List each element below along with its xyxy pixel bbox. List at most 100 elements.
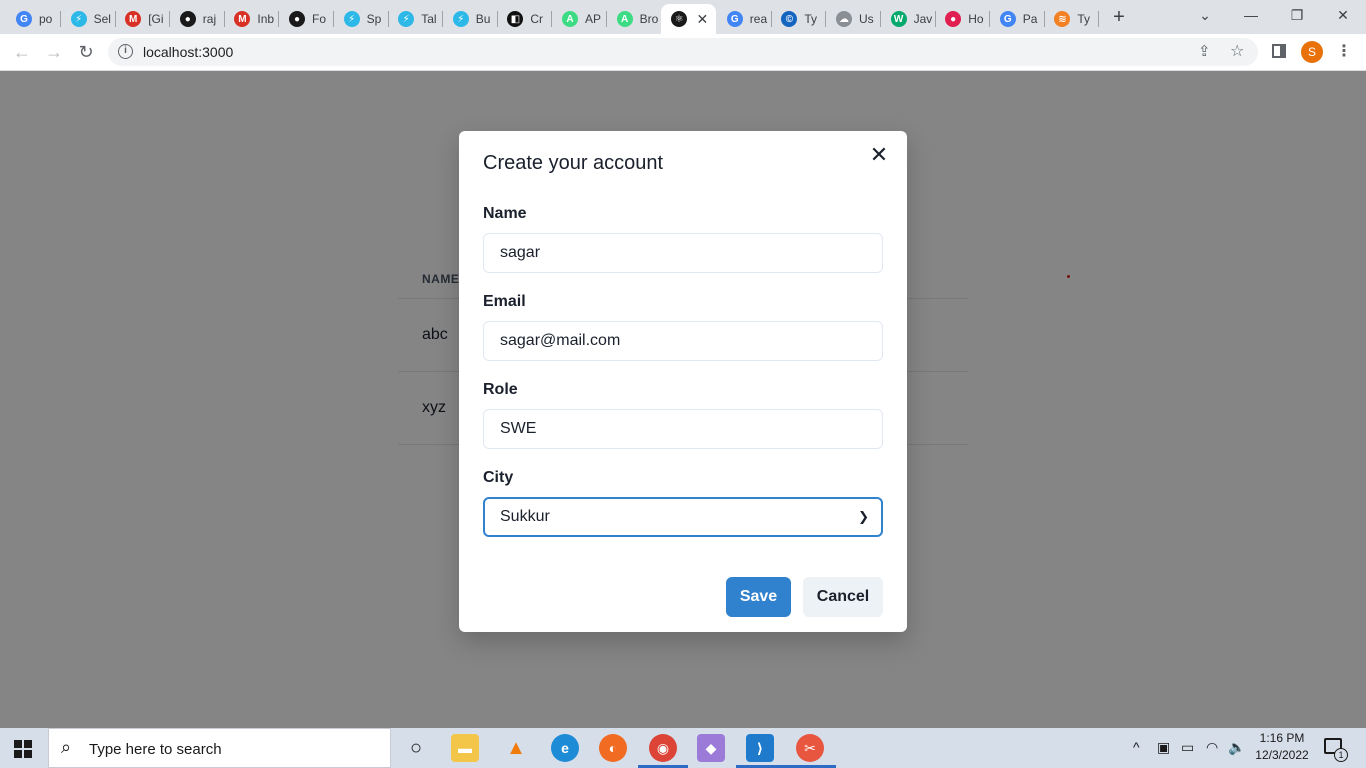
create-account-modal: Create your account ✕ Name Email Role Ci… <box>459 131 907 632</box>
system-clock[interactable]: 1:16 PM 12/3/2022 <box>1252 730 1312 764</box>
browser-tab[interactable]: W Jav <box>881 4 935 34</box>
browser-tab[interactable]: © Ty <box>771 4 825 34</box>
browser-tab[interactable]: ● Ho <box>935 4 989 34</box>
tab-title: Bro <box>639 12 658 26</box>
city-label: City <box>483 469 514 486</box>
wifi-icon[interactable]: ◠ <box>1206 739 1218 756</box>
windows-start-icon[interactable] <box>14 740 32 758</box>
tab-title: Fo <box>312 12 327 26</box>
tab-search-chevron-icon[interactable]: ⌄ <box>1194 5 1216 25</box>
clock-date: 12/3/2022 <box>1255 748 1309 762</box>
close-window-button[interactable]: ✕ <box>1332 5 1354 25</box>
tab-separator <box>1098 11 1100 27</box>
lightning-icon: ⚡ <box>70 11 87 27</box>
tab-title: AP <box>585 12 602 26</box>
browser-tab[interactable]: M Inb <box>224 4 278 34</box>
vlc-icon[interactable]: ▲ <box>502 734 530 762</box>
cloud-icon: ☁ <box>836 11 852 27</box>
role-input[interactable] <box>483 409 883 449</box>
browser-tab[interactable]: ⚡ Sp <box>334 4 388 34</box>
taskbar-search-box[interactable]: ⌕ Type here to search <box>48 728 391 768</box>
tab-title: Ho <box>968 12 984 26</box>
cortana-icon[interactable]: ○ <box>402 734 430 762</box>
google-icon: G <box>999 11 1016 27</box>
notification-count-badge: 1 <box>1334 748 1348 762</box>
side-panel-icon[interactable] <box>1272 44 1286 58</box>
browser-tab-strip: + ⌄ — ❐ ✕ Gpo ⚡ Sel M [Gi ● raj M Inb ● Fo ⚡ Sp ⚡ Tal ⚡… <box>0 0 1366 34</box>
lightning-icon: ⚡ <box>343 11 360 27</box>
back-button[interactable]: ← <box>10 40 34 64</box>
snipping-tool-icon[interactable]: ✂ <box>796 734 824 762</box>
restore-button[interactable]: ❐ <box>1286 5 1308 25</box>
browser-tab[interactable]: ≋ Ty <box>1044 4 1098 34</box>
browser-tab[interactable]: ● Fo <box>279 4 333 34</box>
battery-icon[interactable]: ▭ <box>1181 739 1194 756</box>
search-icon: ⌕ <box>61 737 72 757</box>
close-icon[interactable]: ✕ <box>867 143 891 167</box>
bookmark-star-icon[interactable]: ☆ <box>1230 41 1244 61</box>
name-input[interactable] <box>483 233 883 273</box>
lightning-icon: ⚡ <box>398 11 415 27</box>
email-label: Email <box>483 293 526 310</box>
minimize-button[interactable]: — <box>1240 5 1262 25</box>
android-icon: A <box>562 11 578 27</box>
github-icon: ● <box>289 11 305 27</box>
address-bar[interactable]: i localhost:3000 ⇪ ☆ <box>108 38 1258 66</box>
tab-title: Bu <box>475 12 491 26</box>
url-text: localhost:3000 <box>143 44 234 60</box>
vscode-icon[interactable]: ⟩ <box>746 734 774 762</box>
browser-tab[interactable]: ⚛ ✕ <box>661 4 717 34</box>
codesandbox-icon: ◧ <box>507 11 524 27</box>
file-explorer-icon[interactable]: ▬ <box>451 734 479 762</box>
email-input[interactable] <box>483 321 883 361</box>
volume-icon[interactable]: 🔈 <box>1228 739 1245 756</box>
tab-title: Inb <box>257 12 275 26</box>
browser-tab[interactable]: G Pa <box>990 4 1044 34</box>
forward-button[interactable]: → <box>42 40 66 64</box>
tab-title: Sel <box>93 12 111 26</box>
browser-tab[interactable]: Gpo <box>6 4 60 34</box>
github-icon: ● <box>179 11 196 27</box>
browser-tab[interactable]: M [Gi <box>115 4 169 34</box>
city-select[interactable]: Sukkur ❯ <box>483 497 883 537</box>
browser-tab[interactable]: ⚡ Tal <box>388 4 442 34</box>
gmail-icon: M <box>234 11 251 27</box>
browser-menu-icon[interactable]: ⋮ <box>1336 42 1352 62</box>
tab-title: Pa <box>1022 12 1038 26</box>
browser-tab[interactable]: A AP <box>552 4 606 34</box>
google-icon: G <box>16 11 32 27</box>
browser-tab[interactable]: ☁ Us <box>826 4 880 34</box>
android-icon: A <box>616 11 633 27</box>
chrome-icon[interactable]: ◉ <box>649 734 677 762</box>
firefox-icon[interactable]: ◐ <box>599 734 627 762</box>
save-button[interactable]: Save <box>726 577 791 617</box>
edge-icon[interactable]: e <box>551 734 579 762</box>
close-tab-icon[interactable]: ✕ <box>696 11 708 28</box>
tab-title: Cr <box>530 12 544 26</box>
browser-tab[interactable]: ⚡ Sel <box>61 4 115 34</box>
tray-app-icon[interactable]: ▣ <box>1157 739 1170 756</box>
chevron-down-icon: ❯ <box>858 509 869 524</box>
modal-title: Create your account <box>483 152 664 174</box>
browser-toolbar: ← → ↻ i localhost:3000 ⇪ ☆ S ⋮ <box>0 34 1366 71</box>
new-tab-button[interactable]: + <box>1108 6 1130 28</box>
profile-avatar[interactable]: S <box>1301 41 1323 63</box>
lightning-icon: ⚡ <box>452 11 469 27</box>
site-info-icon[interactable]: i <box>118 44 133 59</box>
browser-tab[interactable]: ⚡ Bu <box>443 4 497 34</box>
gmail-icon: M <box>125 11 142 27</box>
browser-tab[interactable]: ● raj <box>170 4 224 34</box>
reload-button[interactable]: ↻ <box>74 40 98 64</box>
w3schools-icon: W <box>890 11 907 27</box>
cancel-button[interactable]: Cancel <box>803 577 883 617</box>
tray-chevron-icon[interactable]: ^ <box>1133 739 1140 755</box>
app-icon[interactable]: ◆ <box>697 734 725 762</box>
tab-title: Ty <box>804 12 818 26</box>
share-icon[interactable]: ⇪ <box>1198 42 1211 60</box>
tab-title: po <box>39 12 53 26</box>
browser-tab[interactable]: Grea <box>717 4 771 34</box>
record-icon: ● <box>945 11 962 27</box>
tab-title: Us <box>859 12 874 26</box>
browser-tab[interactable]: ◧ Cr <box>497 4 551 34</box>
browser-tab[interactable]: A Bro <box>607 4 661 34</box>
